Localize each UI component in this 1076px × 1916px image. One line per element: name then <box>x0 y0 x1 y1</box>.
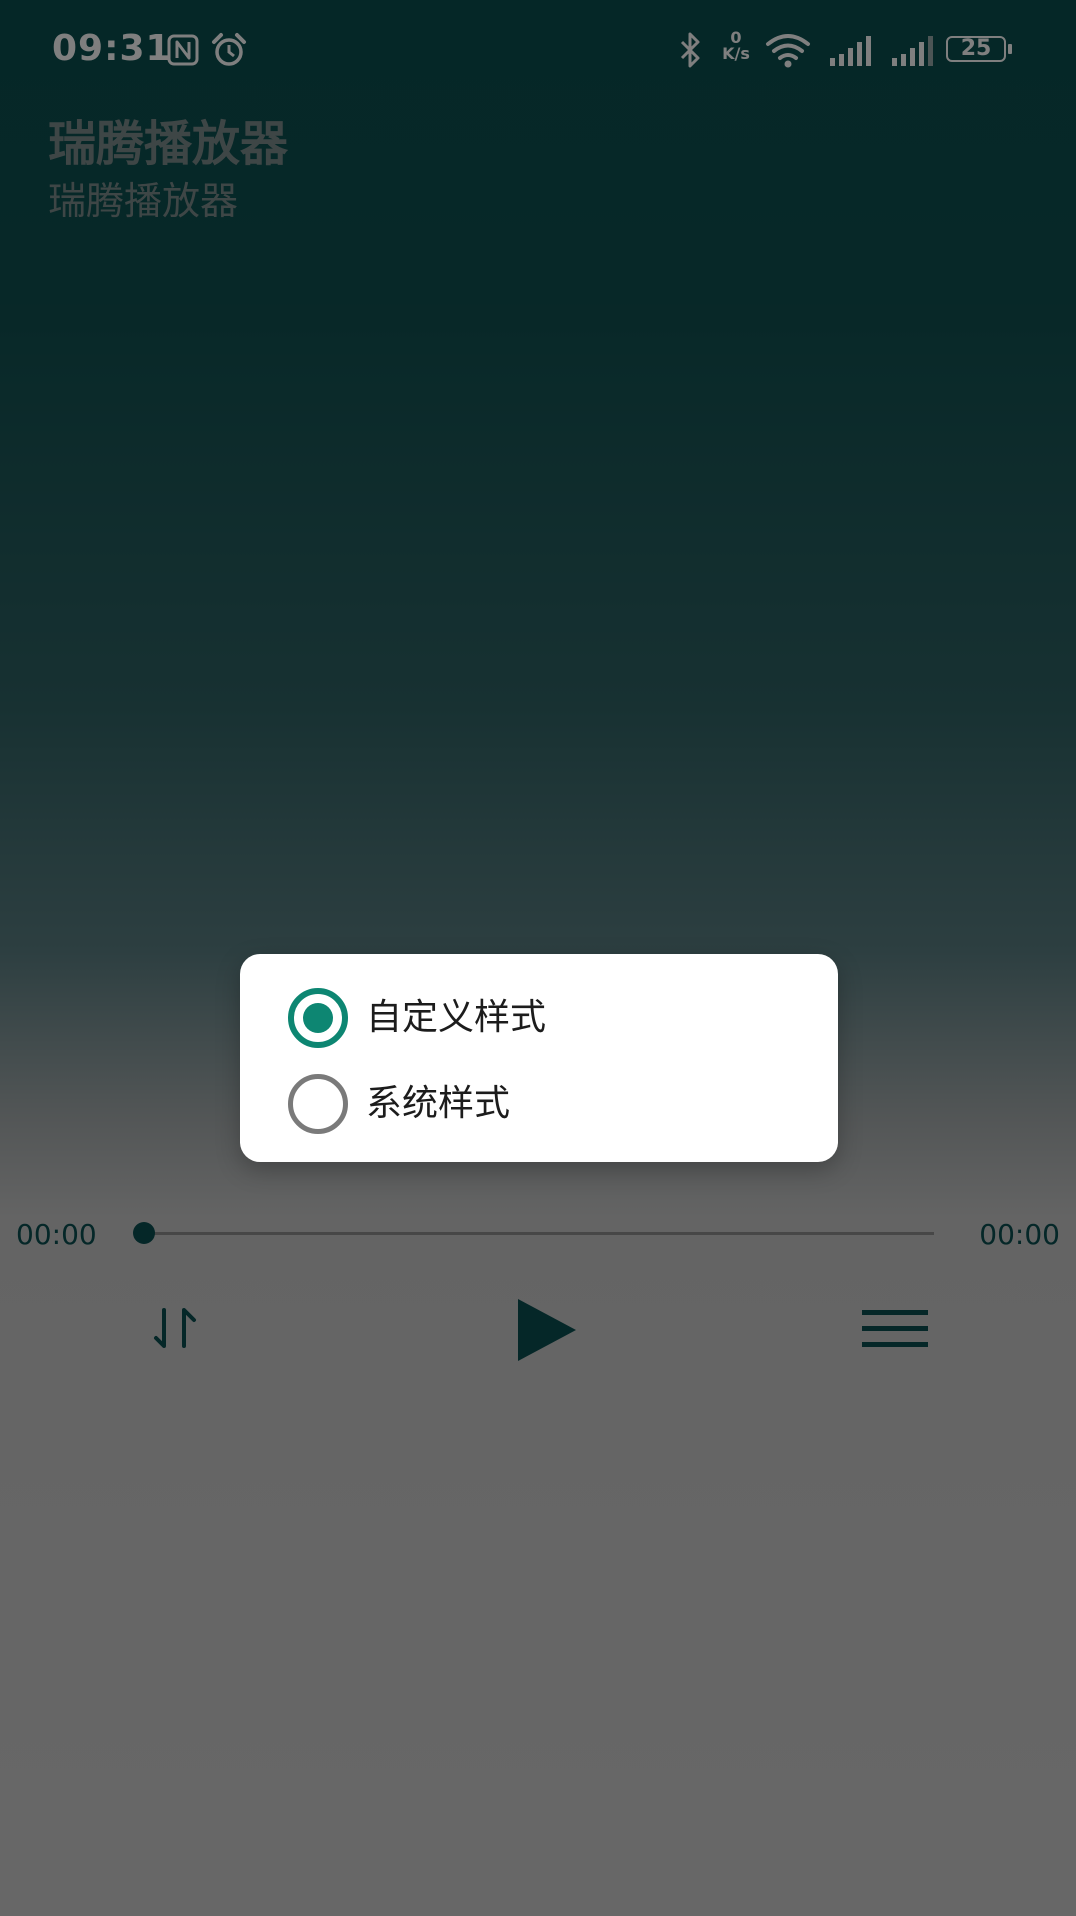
option-label: 自定义样式 <box>366 997 547 1038</box>
radio-button-selected[interactable] <box>288 988 348 1048</box>
option-label: 系统样式 <box>366 1083 511 1124</box>
style-dialog: 自定义样式 系统样式 <box>240 954 838 1162</box>
radio-button-unselected[interactable] <box>288 1074 348 1134</box>
player-screen: 09:31 0 K/s <box>0 0 1076 1916</box>
option-custom-style[interactable]: 自定义样式 <box>240 970 838 1056</box>
option-system-style[interactable]: 系统样式 <box>240 1056 838 1142</box>
radio-dot <box>303 1003 333 1033</box>
